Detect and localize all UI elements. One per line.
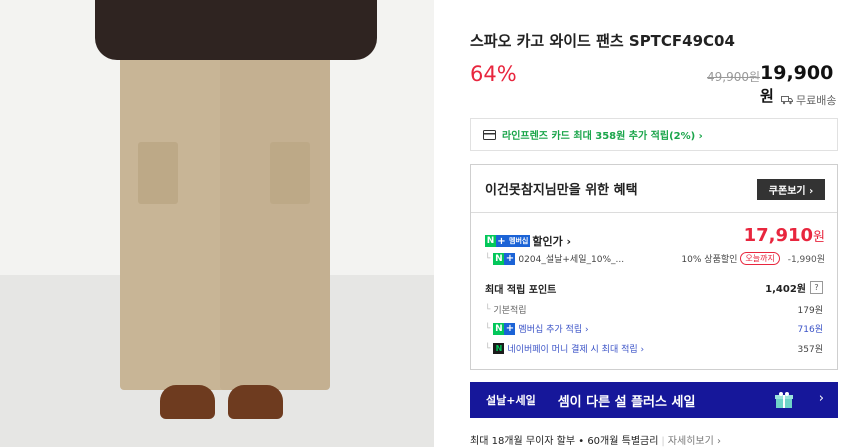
credit-card-icon <box>483 129 496 140</box>
installment-text: 최대 18개월 무이자 할부 • 60개월 특별금리 <box>470 436 659 447</box>
plus-icon: + <box>504 322 516 335</box>
shipping-text: 무료배송 <box>796 94 837 107</box>
cargo-pocket-right <box>270 142 310 204</box>
shoe-left <box>160 385 215 419</box>
membership-discount-row[interactable]: N + 멤버십 할인가 › <box>485 233 571 249</box>
pants-right-leg <box>220 50 330 390</box>
naver-n-icon: N <box>493 252 505 265</box>
product-image[interactable] <box>0 0 434 447</box>
separator: | <box>661 436 665 447</box>
chevron-right-icon: › <box>818 391 824 406</box>
point-total-value: 1,402원 <box>765 284 806 295</box>
plus-icon: + <box>496 235 507 247</box>
card-promo-banner[interactable]: 라인프렌즈 카드 최대 358원 추가 적립(2%) › <box>470 118 838 151</box>
seollal-sale-banner[interactable]: 설날+세일 셈이 다른 설 플러스 세일 › <box>470 382 838 418</box>
point-total: 1,402원 ? <box>765 280 823 295</box>
naver-n-icon: N <box>485 235 496 247</box>
pants-left-leg <box>120 50 230 390</box>
naverpay-point-link[interactable]: 네이버페이 머니 결제 시 최대 적립 › <box>507 342 644 355</box>
point-row-basic: └ 기본적립 <box>485 303 527 317</box>
card-promo-text: 라인프렌즈 카드 최대 358원 추가 적립(2%) › <box>502 131 703 142</box>
product-title: 스파오 카고 와이드 팬츠 SPTCF49C04 <box>470 32 735 50</box>
point-row-naverpay[interactable]: └ N 네이버페이 머니 결제 시 최대 적립 › <box>485 342 644 355</box>
coupon-detail-row: └ N + 0204_설날+세일_10%_... 10% 상품할인 오늘까지 -1… <box>485 252 825 265</box>
point-row-amount: 179원 <box>797 306 823 316</box>
coupon-amount: -1,990원 <box>787 255 825 265</box>
shipping-info: 무료배송 <box>781 92 836 108</box>
banner-text: 셈이 다른 설 플러스 세일 <box>557 394 696 410</box>
benefit-heading: 이건못참지님만을 위한 혜택 <box>485 183 638 198</box>
discount-price-label: 할인가 › <box>532 235 572 248</box>
tree-branch-icon: └ <box>485 323 491 334</box>
help-icon[interactable]: ? <box>810 281 823 294</box>
cargo-pocket-left <box>138 142 178 204</box>
naver-plus-badge: N + <box>493 252 516 265</box>
naver-plus-badge: N + <box>493 322 516 335</box>
discount-price-unit: 원 <box>813 230 825 245</box>
point-row-membership[interactable]: └ N + 멤버십 추가 적립 › <box>485 322 589 335</box>
sweater <box>95 0 377 60</box>
membership-tag: 멤버십 <box>507 235 531 247</box>
membership-point-link[interactable]: 멤버십 추가 적립 › <box>518 322 588 335</box>
divider <box>471 212 837 213</box>
tree-branch-icon: └ <box>485 304 491 315</box>
original-price: 49,900원 <box>707 70 761 84</box>
naverpay-icon: N <box>493 343 505 354</box>
banner-tag: 설날+세일 <box>486 394 536 407</box>
sale-price-number: 19,900 <box>760 62 834 84</box>
point-row-amount: 357원 <box>797 345 823 355</box>
discount-price-number: 17,910 <box>743 225 814 246</box>
today-only-badge: 오늘까지 <box>740 252 780 265</box>
naver-n-icon: N <box>493 322 505 335</box>
tree-branch-icon: └ <box>485 343 491 354</box>
plus-icon: + <box>504 252 516 265</box>
discount-rate: 64% <box>470 62 517 86</box>
point-row-label: 기본적립 <box>493 306 527 316</box>
benefit-box: 이건못참지님만을 위한 혜택 쿠폰보기 › N + 멤버십 할인가 › 17,910… <box>470 164 838 370</box>
truck-icon <box>781 96 793 105</box>
point-row-amount: 716원 <box>797 325 823 335</box>
tree-branch-icon: └ <box>485 253 491 264</box>
sale-price-unit: 원 <box>760 87 774 105</box>
naver-plus-badge: N + 멤버십 <box>485 235 531 247</box>
installment-more-link[interactable]: 자세히보기 › <box>668 436 721 447</box>
point-heading: 최대 적립 포인트 <box>485 285 557 296</box>
shoe-right <box>228 385 283 419</box>
coupon-percent: 10% 상품할인 <box>681 255 738 265</box>
gift-icon <box>775 392 793 408</box>
coupon-button[interactable]: 쿠폰보기 › <box>757 179 825 200</box>
discount-price: 17,910원 <box>744 225 825 246</box>
installment-info: 최대 18개월 무이자 할부 • 60개월 특별금리 | 자세히보기 › <box>470 432 721 447</box>
coupon-description: 0204_설날+세일_10%_... <box>518 255 625 265</box>
